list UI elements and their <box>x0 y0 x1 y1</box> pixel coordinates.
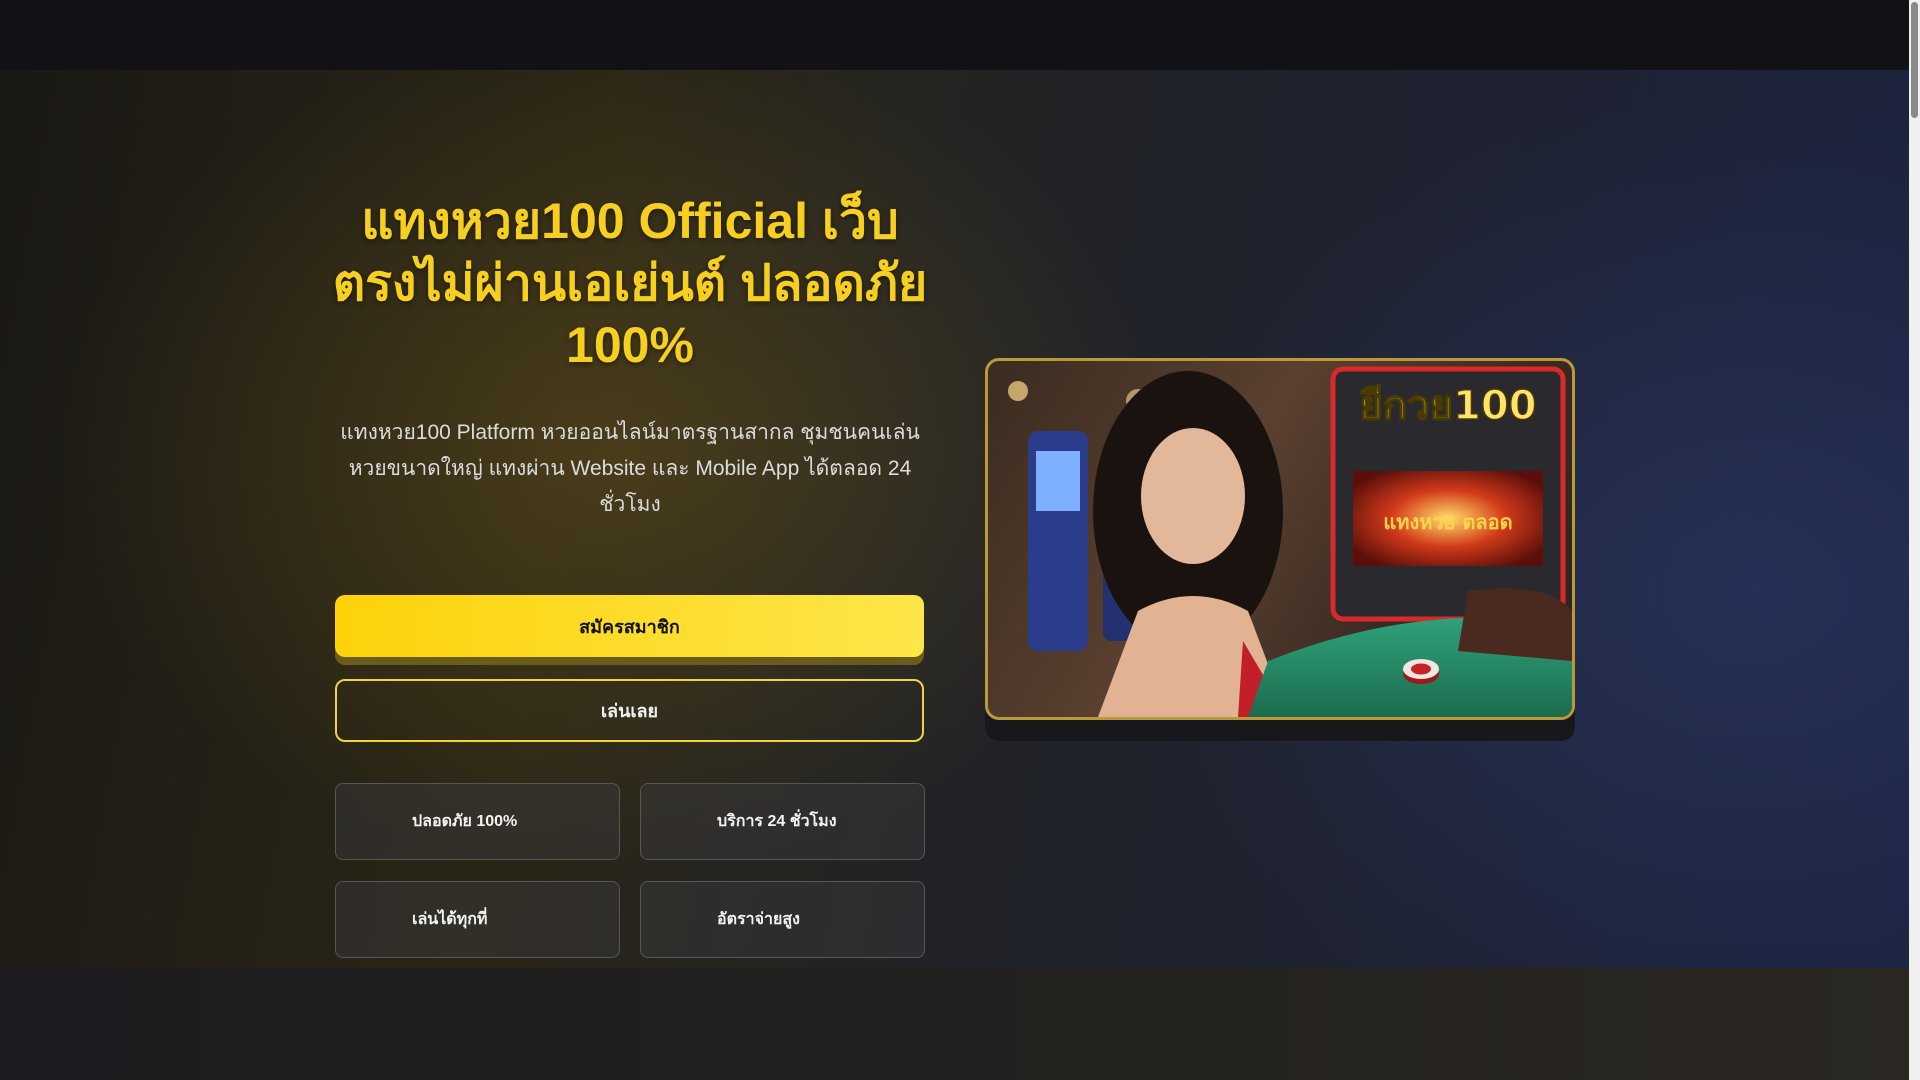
sign-text: ยีกวย100 <box>1359 383 1536 429</box>
page-scrollbar[interactable] <box>1909 0 1920 1080</box>
feature-label: บริการ 24 ชั่วโมง <box>717 813 837 830</box>
hero-description: แทงหวย100 Platform หวยออนไลน์มาตรฐานสากล… <box>340 421 920 516</box>
scrollbar-thumb[interactable] <box>1911 2 1918 118</box>
feature-label: เล่นได้ทุกที่ <box>412 911 488 928</box>
feature-card-service: บริการ 24 ชั่วโมง <box>640 783 925 860</box>
feature-label: ปลอดภัย 100% <box>412 813 518 830</box>
feature-card-payout: อัตราจ่ายสูง <box>640 881 925 958</box>
top-navbar <box>0 0 1909 70</box>
feature-card-safe: ปลอดภัย 100% <box>335 783 620 860</box>
register-button[interactable]: สมัครสมาชิก <box>335 595 924 657</box>
next-section <box>0 968 1909 1080</box>
slot-screen <box>1036 451 1080 511</box>
play-now-button[interactable]: เล่นเลย <box>335 679 924 742</box>
feature-card-anywhere: เล่นได้ทุกที่ <box>335 881 620 958</box>
screen-text: แทงหวย ตลอด <box>1383 510 1512 534</box>
casino-illustration: ยีกวย100 แทงหวย ตลอด <box>1008 366 1572 717</box>
hero-title: แทงหวย100 Official เว็บตรงไม่ผ่านเอเย่นต… <box>332 193 928 373</box>
hero-section: แทงหวย100 Official เว็บตรงไม่ผ่านเอเย่นต… <box>0 70 1909 968</box>
feature-label: อัตราจ่ายสูง <box>717 911 800 928</box>
hero-image-card: ยีกวย100 แทงหวย ตลอด <box>985 358 1575 741</box>
hero-image: ยีกวย100 แทงหวย ตลอด <box>985 358 1575 720</box>
face <box>1141 428 1245 564</box>
